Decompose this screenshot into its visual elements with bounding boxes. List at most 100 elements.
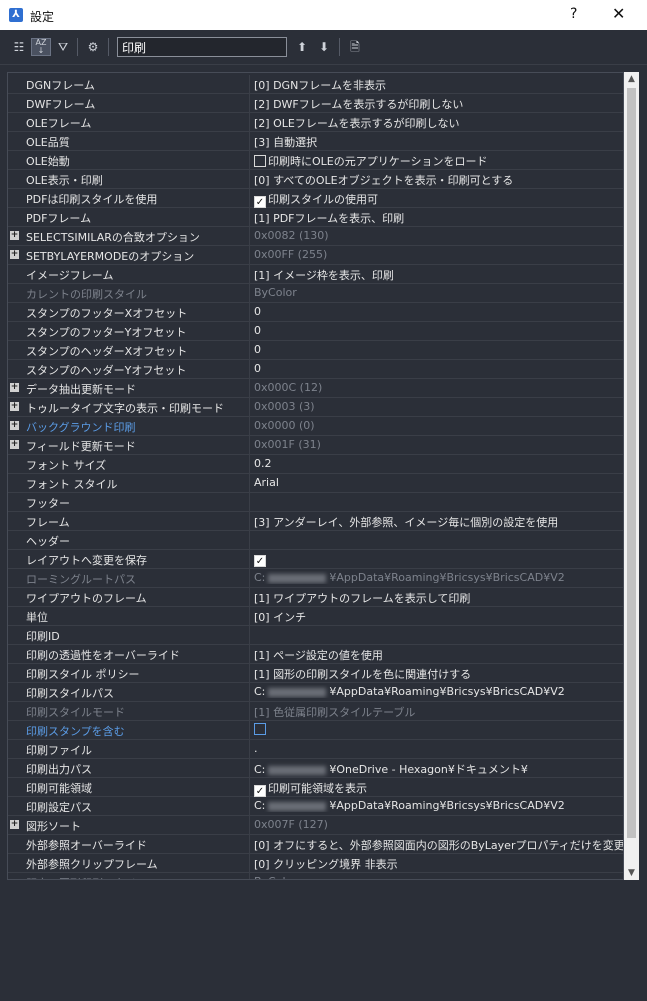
table-row[interactable]: フォント スタイル Arial xyxy=(8,474,623,493)
table-row[interactable]: 既定の図形印刷スタイル ByColor xyxy=(8,873,623,879)
scroll-thumb[interactable] xyxy=(627,88,636,838)
table-row[interactable]: 印刷ID xyxy=(8,626,623,645)
setting-value[interactable]: 0x000C (12) xyxy=(254,381,623,394)
setting-value[interactable]: [1] イメージ枠を表示、印刷 xyxy=(254,267,623,283)
setting-value[interactable]: [0] クリッピング境界 非表示 xyxy=(254,856,623,872)
table-row[interactable]: 印刷可能領域 ✓ 印刷可能領域を表示 xyxy=(8,778,623,797)
expand-icon[interactable]: + xyxy=(10,231,19,240)
table-row[interactable]: + SETBYLAYERMODEのオプション 0x00FF (255) xyxy=(8,246,623,265)
expand-icon[interactable]: + xyxy=(10,402,19,411)
categorized-view-icon[interactable]: ☷ xyxy=(9,38,29,56)
setting-value[interactable]: Arial xyxy=(254,476,623,489)
table-row[interactable]: + データ抽出更新モード 0x000C (12) xyxy=(8,379,623,398)
table-row[interactable]: + トゥルータイプ文字の表示・印刷モード 0x0003 (3) xyxy=(8,398,623,417)
setting-value[interactable]: ByColor xyxy=(254,875,623,879)
table-row[interactable]: スタンプのヘッダーXオフセット 0 xyxy=(8,341,623,360)
table-row[interactable]: + 図形ソート 0x007F (127) xyxy=(8,816,623,835)
setting-value[interactable]: 0 xyxy=(254,343,623,356)
settings-gear-icon[interactable]: ⚙ xyxy=(83,38,103,56)
table-row[interactable]: 印刷スタイル ポリシー [1] 図形の印刷スタイルを色に関連付けする xyxy=(8,664,623,683)
table-row[interactable]: ワイプアウトのフレーム [1] ワイプアウトのフレームを表示して印刷 xyxy=(8,588,623,607)
table-row[interactable]: 印刷設定パス C: ¥AppData¥Roaming¥Bricsys¥BricsCA… xyxy=(8,797,623,816)
table-row[interactable]: 印刷スタイルモード [1] 色従属印刷スタイルテーブル xyxy=(8,702,623,721)
setting-value[interactable]: 0x00FF (255) xyxy=(254,248,623,261)
expand-icon[interactable]: + xyxy=(10,421,19,430)
setting-value[interactable]: C: ¥AppData¥Roaming¥Bricsys¥BricsCAD¥V2 xyxy=(254,685,623,698)
help-button[interactable]: ? xyxy=(570,6,577,22)
table-row[interactable]: PDFは印刷スタイルを使用 ✓ 印刷スタイルの使用可 xyxy=(8,189,623,208)
table-row[interactable]: 印刷スタンプを含む xyxy=(8,721,623,740)
setting-value[interactable]: [3] 自動選択 xyxy=(254,134,623,150)
setting-value[interactable]: [0] すべてのOLEオブジェクトを表示・印刷可とする xyxy=(254,172,623,188)
table-row[interactable]: OLE品質 [3] 自動選択 xyxy=(8,132,623,151)
checkbox[interactable] xyxy=(254,155,266,167)
table-row[interactable]: イメージフレーム [1] イメージ枠を表示、印刷 xyxy=(8,265,623,284)
setting-value[interactable]: ✓ xyxy=(254,552,623,567)
setting-value[interactable]: [1] 図形の印刷スタイルを色に関連付けする xyxy=(254,666,623,682)
setting-value[interactable] xyxy=(254,723,623,736)
table-row[interactable]: OLE表示・印刷 [0] すべてのOLEオブジェクトを表示・印刷可とする xyxy=(8,170,623,189)
table-row[interactable]: フレーム [3] アンダーレイ、外部参照、イメージ毎に個別の設定を使用 xyxy=(8,512,623,531)
setting-value[interactable]: [0] オフにすると、外部参照図面内の図形のByLayerプロパティだけを変更で… xyxy=(254,837,623,853)
checkbox[interactable] xyxy=(254,723,266,735)
setting-value[interactable]: 0 xyxy=(254,305,623,318)
table-row[interactable]: ローミングルートパス C: ¥AppData¥Roaming¥Bricsys¥Bri… xyxy=(8,569,623,588)
scroll-down-icon[interactable]: ▼ xyxy=(624,866,639,880)
checkbox[interactable]: ✓ xyxy=(254,785,266,797)
table-row[interactable]: カレントの印刷スタイル ByColor xyxy=(8,284,623,303)
setting-value[interactable]: [1] ページ設定の値を使用 xyxy=(254,647,623,663)
setting-value[interactable]: [0] DGNフレームを非表示 xyxy=(254,77,623,93)
filter-icon[interactable]: ⛛ xyxy=(53,38,73,56)
setting-value[interactable]: [3] アンダーレイ、外部参照、イメージ毎に個別の設定を使用 xyxy=(254,514,623,530)
expand-icon[interactable]: + xyxy=(10,440,19,449)
setting-value[interactable]: C: ¥OneDrive - Hexagon¥ドキュメント¥ xyxy=(254,761,623,777)
setting-value[interactable]: [2] DWFフレームを表示するが印刷しない xyxy=(254,96,623,112)
table-row[interactable]: フッター xyxy=(8,493,623,512)
table-row[interactable]: 印刷ファイル. xyxy=(8,740,623,759)
table-row[interactable]: + フィールド更新モード 0x001F (31) xyxy=(8,436,623,455)
alphabetical-sort-icon[interactable]: AZ ↓ xyxy=(31,38,51,56)
table-row[interactable]: 外部参照クリップフレーム [0] クリッピング境界 非表示 xyxy=(8,854,623,873)
table-row[interactable]: ヘッダー xyxy=(8,531,623,550)
table-row[interactable]: 外部参照オーバーライド [0] オフにすると、外部参照図面内の図形のByLayer… xyxy=(8,835,623,854)
checkbox[interactable]: ✓ xyxy=(254,555,266,567)
setting-value[interactable]: 0x007F (127) xyxy=(254,818,623,831)
setting-value[interactable]: 0x0003 (3) xyxy=(254,400,623,413)
setting-value[interactable]: 0 xyxy=(254,324,623,337)
setting-value[interactable]: 0x001F (31) xyxy=(254,438,623,451)
setting-value[interactable]: C: ¥AppData¥Roaming¥Bricsys¥BricsCAD¥V2 xyxy=(254,799,623,812)
table-row[interactable]: DGNフレーム [0] DGNフレームを非表示 xyxy=(8,75,623,94)
setting-value[interactable]: ByColor xyxy=(254,286,623,299)
table-row[interactable]: OLE始動 印刷時にOLEの元アプリケーションをロード xyxy=(8,151,623,170)
table-row[interactable]: PDFフレーム [1] PDFフレームを表示、印刷 xyxy=(8,208,623,227)
table-row[interactable]: レイアウトへ変更を保存 ✓ xyxy=(8,550,623,569)
table-row[interactable]: + バックグラウンド印刷 0x0000 (0) xyxy=(8,417,623,436)
setting-value[interactable]: ✓ 印刷可能領域を表示 xyxy=(254,780,623,797)
setting-value[interactable]: . xyxy=(254,742,623,755)
setting-value[interactable]: [2] OLEフレームを表示するが印刷しない xyxy=(254,115,623,131)
setting-value[interactable]: 0.2 xyxy=(254,457,623,470)
setting-value[interactable]: 0x0000 (0) xyxy=(254,419,623,432)
checkbox[interactable]: ✓ xyxy=(254,196,266,208)
table-row[interactable]: 印刷スタイルパス C: ¥AppData¥Roaming¥Bricsys¥Brics… xyxy=(8,683,623,702)
vertical-scrollbar[interactable]: ▲ ▼ xyxy=(624,72,639,880)
export-icon[interactable]: 🗎 xyxy=(345,38,365,56)
table-row[interactable]: スタンプのフッターYオフセット 0 xyxy=(8,322,623,341)
close-button[interactable]: ✕ xyxy=(612,4,625,23)
setting-value[interactable]: C: ¥AppData¥Roaming¥Bricsys¥BricsCAD¥V2 xyxy=(254,571,623,584)
expand-icon[interactable]: + xyxy=(10,383,19,392)
next-result-icon[interactable]: ⬇ xyxy=(314,38,334,56)
previous-result-icon[interactable]: ⬆ xyxy=(292,38,312,56)
setting-value[interactable]: 印刷時にOLEの元アプリケーションをロード xyxy=(254,153,623,169)
setting-value[interactable]: 0x0082 (130) xyxy=(254,229,623,242)
setting-value[interactable]: [1] 色従属印刷スタイルテーブル xyxy=(254,704,623,720)
setting-value[interactable]: [1] ワイプアウトのフレームを表示して印刷 xyxy=(254,590,623,606)
table-row[interactable]: 印刷の透過性をオーバーライド [1] ページ設定の値を使用 xyxy=(8,645,623,664)
table-row[interactable]: + SELECTSIMILARの合致オプション 0x0082 (130) xyxy=(8,227,623,246)
scroll-up-icon[interactable]: ▲ xyxy=(624,72,639,86)
setting-value[interactable]: 0 xyxy=(254,362,623,375)
table-row[interactable]: 単位 [0] インチ xyxy=(8,607,623,626)
search-input[interactable] xyxy=(117,37,287,57)
setting-value[interactable]: [1] PDFフレームを表示、印刷 xyxy=(254,210,623,226)
setting-value[interactable]: ✓ 印刷スタイルの使用可 xyxy=(254,191,623,208)
